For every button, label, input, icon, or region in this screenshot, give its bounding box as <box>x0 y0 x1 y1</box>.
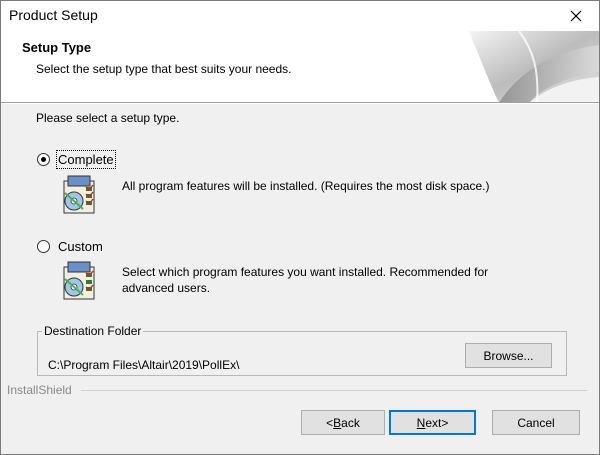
header-subtitle: Select the setup type that best suits yo… <box>36 62 292 76</box>
setup-type-prompt: Please select a setup type. <box>36 111 180 125</box>
footer-divider <box>81 390 587 391</box>
back-hotkey: B <box>333 415 342 430</box>
complete-label[interactable]: Complete <box>56 150 116 169</box>
complete-radio[interactable] <box>37 153 50 166</box>
back-prefix: < <box>326 415 334 430</box>
installshield-separator: InstallShield <box>1 382 599 398</box>
custom-option[interactable]: Custom <box>37 239 103 254</box>
cancel-button[interactable]: Cancel <box>492 410 580 435</box>
custom-setup-icon <box>63 261 95 300</box>
back-rest: ack <box>341 415 360 430</box>
wizard-header: Setup Type Select the setup type that be… <box>1 31 599 103</box>
complete-option[interactable]: Complete <box>37 150 116 169</box>
destination-path: C:\Program Files\Altair\2019\PollEx\ <box>48 358 240 372</box>
next-rest: ext <box>425 415 442 430</box>
header-graphic-icon <box>459 31 599 102</box>
browse-button[interactable]: Browse... <box>465 343 552 368</box>
back-button[interactable]: < Back <box>301 410 385 435</box>
setup-window: Product Setup Setup Type Select the setu… <box>0 0 600 455</box>
complete-description: All program features will be installed. … <box>122 179 490 193</box>
destination-folder-legend: Destination Folder <box>44 324 142 338</box>
custom-description-line1: Select which program features you want i… <box>122 265 489 279</box>
header-title: Setup Type <box>22 40 92 55</box>
next-hotkey: N <box>416 415 426 430</box>
custom-radio[interactable] <box>37 240 50 253</box>
installshield-brand: InstallShield <box>7 383 72 397</box>
next-suffix: > <box>441 415 449 430</box>
complete-setup-icon <box>63 175 95 214</box>
header-separator <box>1 103 599 104</box>
close-icon[interactable] <box>553 1 599 31</box>
title-bar: Product Setup <box>1 1 599 31</box>
next-button[interactable]: Next > <box>389 410 476 435</box>
window-title: Product Setup <box>9 7 98 23</box>
custom-description-line2: advanced users. <box>122 281 211 295</box>
custom-label[interactable]: Custom <box>58 239 103 254</box>
